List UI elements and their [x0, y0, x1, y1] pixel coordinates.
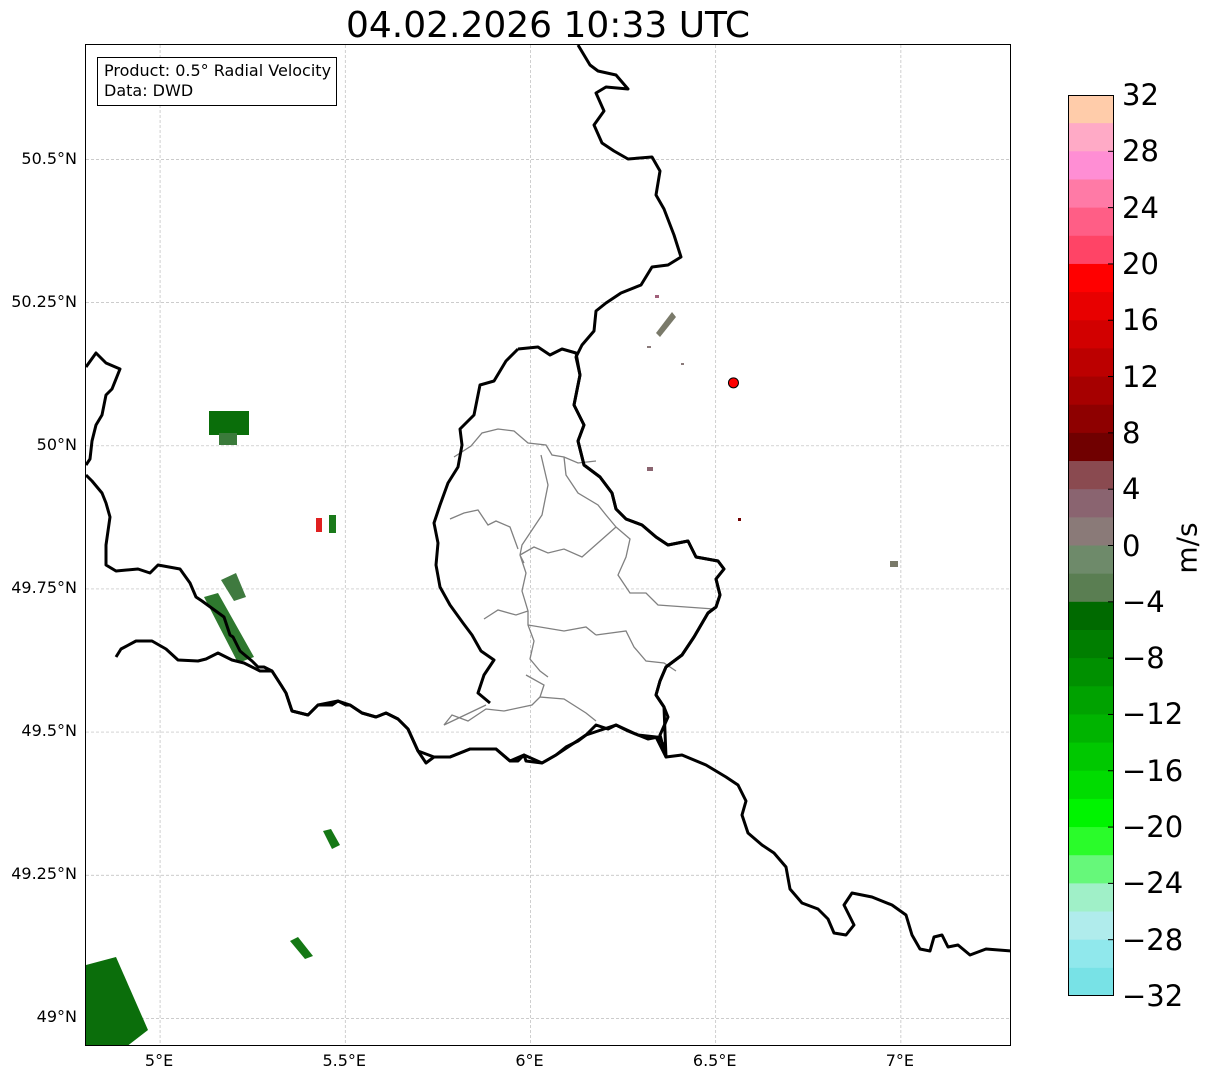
colorbar-tick-label: 16 [1122, 303, 1159, 338]
colorbar-band [1068, 883, 1114, 913]
radar-echo [219, 433, 237, 445]
colorbar-tick-label: −24 [1122, 866, 1184, 901]
radar-echo [647, 467, 653, 471]
colorbar-band [1068, 95, 1114, 124]
radar-echoes [86, 295, 898, 1045]
colorbar-band [1068, 123, 1114, 152]
colorbar-band [1068, 320, 1114, 349]
colorbar-band [1068, 798, 1114, 828]
radar-echo [221, 573, 246, 601]
colorbar-tick-label: 4 [1122, 472, 1141, 507]
colorbar-tick-label: 20 [1122, 246, 1159, 281]
colorbar-band [1068, 827, 1114, 856]
colorbar-band [1068, 742, 1114, 772]
longitude-tick-label: 5°E [144, 1051, 174, 1070]
colorbar-tick-label: −8 [1122, 641, 1165, 676]
colorbar-band [1068, 461, 1114, 490]
radar-echo [655, 295, 659, 298]
map-canvas [86, 45, 1010, 1045]
latitude-tick-label: 49°N [36, 1007, 77, 1027]
latitude-tick-label: 49.25°N [11, 864, 77, 884]
colorbar-tick-label: −12 [1122, 697, 1184, 732]
radar-site-marker[interactable] [727, 377, 739, 389]
colorbar-tick-label: −32 [1122, 979, 1184, 1013]
radar-site-layer [727, 377, 739, 389]
colorbar-band [1068, 686, 1114, 715]
data-source-label: Data: DWD [104, 81, 194, 100]
colorbar-tick-label: −4 [1122, 584, 1165, 619]
product-info-box: Product: 0.5° Radial Velocity Data: DWD [97, 57, 338, 106]
colorbar-tick-label: 12 [1122, 359, 1159, 394]
radar-echo [681, 363, 684, 365]
radar-echo [647, 346, 651, 348]
colorbar-tick-label: −20 [1122, 810, 1184, 845]
longitude-tick-label: 6.5°E [692, 1051, 737, 1070]
colorbar-tick-label: 28 [1122, 134, 1159, 169]
longitude-tick-label: 7°E [885, 1051, 915, 1070]
colorbar-band [1068, 404, 1114, 434]
latitude-tick-label: 49.5°N [21, 721, 77, 741]
colorbar-band [1068, 939, 1114, 969]
colorbar-tick-label: 0 [1122, 528, 1141, 563]
colorbar-band [1068, 207, 1114, 237]
colorbar-band [1068, 855, 1114, 884]
longitude-tick-label: 6°E [515, 1051, 544, 1070]
colorbar-band [1068, 179, 1114, 209]
colorbar-band [1068, 292, 1114, 321]
colorbar-band [1068, 770, 1114, 800]
country-borders [86, 45, 1010, 957]
latitude-tick-label: 50°N [36, 434, 77, 454]
colorbar-band [1068, 348, 1114, 378]
colorbar-band [1068, 376, 1114, 406]
radar-echo [656, 312, 676, 337]
velocity-colorbar [1068, 95, 1114, 996]
longitude-tick-label: 5.5°E [322, 1051, 367, 1070]
colorbar-band [1068, 573, 1114, 603]
map-area[interactable] [85, 44, 1011, 1046]
radar-echo [738, 518, 741, 521]
product-label: Product: 0.5° Radial Velocity [104, 61, 332, 80]
map-title: 04.02.2026 10:33 UTC [345, 5, 751, 46]
colorbar-band [1068, 517, 1114, 546]
colorbar-tick-label: 24 [1122, 190, 1159, 225]
colorbar-tick-label: −28 [1122, 922, 1184, 957]
colorbar-band [1068, 151, 1114, 180]
colorbar-band [1068, 263, 1114, 293]
radar-echo [316, 518, 322, 532]
colorbar-tick-label: −16 [1122, 753, 1184, 788]
radar-echo [290, 937, 313, 959]
colorbar-band [1068, 432, 1114, 462]
colorbar-band [1068, 545, 1114, 575]
colorbar-band [1068, 911, 1114, 941]
radar-echo [86, 957, 148, 1045]
radar-echo [209, 411, 249, 435]
radar-echo [323, 829, 340, 849]
latitude-tick-label: 49.75°N [11, 577, 77, 597]
radar-echo [329, 515, 336, 533]
colorbar-band [1068, 714, 1114, 744]
colorbar-tick-label: 32 [1122, 78, 1159, 112]
colorbar-band [1068, 967, 1114, 996]
colorbar-band [1068, 489, 1114, 518]
colorbar-band [1068, 658, 1114, 687]
colorbar-band [1068, 601, 1114, 631]
latitude-tick-label: 50.25°N [11, 291, 77, 311]
colorbar-tick-label: 8 [1122, 415, 1141, 450]
luxembourg-district-borders [443, 428, 715, 726]
latitude-tick-label: 50.5°N [21, 148, 77, 168]
colorbar-band [1068, 629, 1114, 659]
radar-echo [890, 561, 898, 567]
colorbar-band [1068, 235, 1114, 265]
colorbar-unit-label: m/s [1170, 522, 1204, 574]
